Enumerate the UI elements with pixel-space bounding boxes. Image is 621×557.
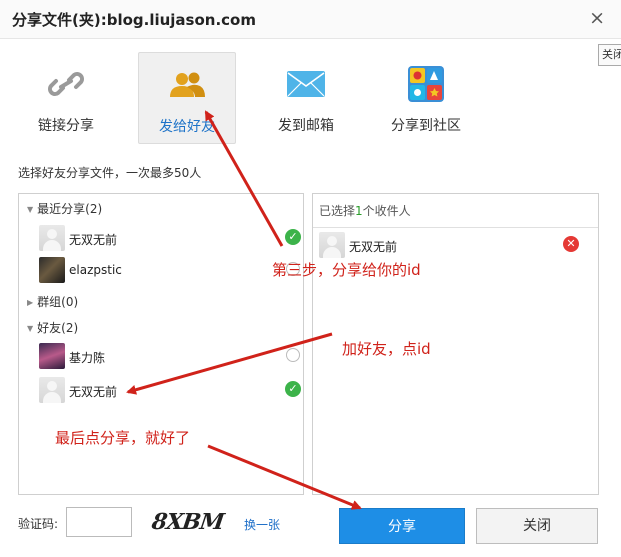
list-item[interactable]: 无双无前 ✓	[39, 225, 301, 253]
close-tooltip: 关闭	[598, 44, 621, 66]
group-groups[interactable]: ▶ 群组(0)	[27, 293, 78, 310]
annotation-add-friend: 加好友，点id	[342, 340, 431, 358]
checked-icon[interactable]: ✓	[285, 229, 301, 245]
annotation-step3: 第三步，分享给你的id	[272, 261, 421, 279]
close-button[interactable]: 关闭	[476, 508, 598, 544]
share-dialog: 分享文件(夹):blog.liujason.com × 关闭 链接分享 发给好友	[0, 0, 621, 557]
avatar	[39, 257, 65, 283]
selection-hint: 选择好友分享文件，一次最多50人	[18, 166, 202, 180]
tab-label: 发到邮箱	[278, 118, 334, 134]
header-suffix: 个收件人	[362, 204, 411, 218]
list-item[interactable]: 无双无前 ✓	[39, 377, 301, 405]
annotation-final: 最后点分享，就好了	[55, 429, 191, 447]
captcha-image: 8XBM	[150, 509, 226, 535]
tab-send-friends[interactable]: 发给好友	[138, 52, 236, 144]
friend-name: 基力陈	[69, 351, 106, 365]
friend-name: 无双无前	[69, 233, 118, 247]
group-label: 最近分享(2)	[37, 202, 103, 216]
tab-label: 链接分享	[38, 118, 94, 134]
friends-icon	[170, 72, 205, 97]
list-item[interactable]: 基力陈	[39, 343, 300, 371]
tab-label: 分享到社区	[391, 118, 461, 134]
expand-icon: ▼	[27, 324, 34, 333]
dialog-title: 分享文件(夹):blog.liujason.com	[12, 11, 256, 29]
captcha-label: 验证码:	[18, 517, 59, 531]
community-icon	[408, 66, 444, 102]
link-icon	[48, 72, 84, 96]
avatar	[319, 232, 345, 258]
expand-icon: ▼	[27, 205, 34, 214]
tab-send-mail[interactable]: 发到邮箱	[258, 52, 354, 142]
list-item[interactable]: elazpstic	[39, 257, 300, 285]
collapsed-icon: ▶	[27, 298, 34, 307]
group-label: 好友(2)	[37, 321, 79, 335]
mail-icon	[287, 71, 325, 97]
tab-label: 发给好友	[159, 119, 215, 135]
avatar	[39, 377, 65, 403]
recipient-item: 无双无前 ✕	[319, 232, 589, 260]
checked-icon[interactable]: ✓	[285, 381, 301, 397]
tab-link-share[interactable]: 链接分享	[18, 52, 114, 142]
remove-icon[interactable]: ✕	[563, 236, 579, 252]
recipient-name: 无双无前	[349, 240, 398, 254]
share-button[interactable]: 分享	[339, 508, 465, 544]
tab-share-community[interactable]: 分享到社区	[378, 52, 474, 142]
friend-name: 无双无前	[69, 385, 118, 399]
title-bar: 分享文件(夹):blog.liujason.com ×	[0, 0, 621, 39]
refresh-captcha-link[interactable]: 换一张	[244, 516, 280, 533]
group-label: 群组(0)	[37, 295, 79, 309]
avatar	[39, 343, 65, 369]
group-recent[interactable]: ▼ 最近分享(2)	[27, 200, 102, 217]
friend-name: elazpstic	[69, 263, 122, 277]
header-prefix: 已选择	[319, 204, 356, 218]
group-buddies[interactable]: ▼ 好友(2)	[27, 319, 78, 336]
unchecked-radio-icon[interactable]	[286, 348, 300, 362]
close-icon[interactable]: ×	[589, 8, 605, 28]
recipient-count: 1	[355, 204, 363, 218]
avatar	[39, 225, 65, 251]
captcha-input[interactable]	[66, 507, 132, 537]
friend-list-panel[interactable]: ▼ 最近分享(2) 无双无前 ✓ elazpstic ▶ 群组(0) ▼ 好友(2) …	[18, 193, 304, 495]
recipient-count-header: 已选择1个收件人	[313, 194, 598, 228]
